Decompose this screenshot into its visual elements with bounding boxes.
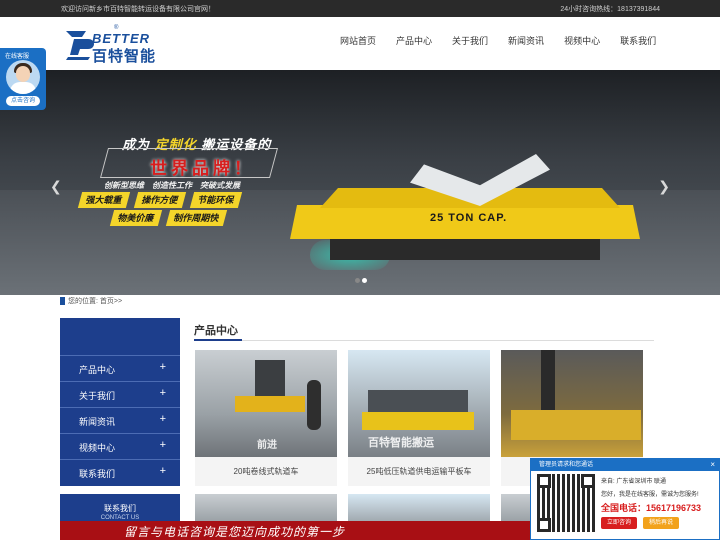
avatar-body bbox=[10, 82, 36, 94]
nav-item-contact[interactable]: 联系我们 bbox=[620, 34, 656, 47]
chat-phone: 全国电话：15617196733 bbox=[601, 503, 702, 513]
chat-header: 管理员请求和您通话 × bbox=[531, 459, 719, 471]
product-caption[interactable]: 20吨卷线式轨道车 bbox=[195, 457, 337, 486]
contact-title: 联系我们 bbox=[104, 504, 136, 513]
transfer-cart-image: 25 TON CAP. bbox=[290, 150, 640, 270]
press-column bbox=[541, 350, 555, 410]
banner-slogan-big: 世界品牌！ bbox=[150, 159, 255, 178]
plus-icon: + bbox=[159, 439, 166, 451]
product-watermark: 前进 bbox=[257, 440, 277, 451]
sidebar-item-products[interactable]: 产品中心 + bbox=[60, 355, 180, 379]
banner-tag: 强大载重 bbox=[77, 192, 131, 208]
banner-tag: 节能环保 bbox=[189, 192, 243, 208]
coil-drum bbox=[255, 360, 285, 396]
product-caption[interactable]: 25吨低压轨道供电运输平板车 bbox=[348, 457, 490, 486]
hotline-text: 24小时咨询热线：18137391844 bbox=[560, 6, 660, 13]
product-card[interactable]: 前进 20吨卷线式轨道车 bbox=[195, 350, 337, 486]
cart-capacity-text: 25 TON CAP. bbox=[430, 212, 508, 224]
sidebar: 产品中心 + 关于我们 + 新闻资讯 + 视频中心 + 联系我们 + bbox=[60, 318, 180, 486]
banner-slogan-sub: 创新型思维 创造性工作 突破式发展 bbox=[104, 181, 240, 190]
product-image[interactable] bbox=[501, 350, 643, 457]
logo-cn: 百特智能 bbox=[92, 48, 157, 65]
slide-dot-active[interactable] bbox=[362, 278, 367, 283]
sidebar-item-about[interactable]: 关于我们 + bbox=[60, 381, 180, 405]
online-service-tab[interactable]: 在线客服 点击咨询 bbox=[0, 48, 46, 110]
agent-avatar bbox=[6, 60, 40, 94]
product-image[interactable]: 百特智能搬运 bbox=[348, 350, 490, 457]
top-bar: 欢迎访问新乡市百特智能转运设备有限公司官网！ 24小时咨询热线：18137391… bbox=[0, 0, 720, 17]
welcome-text: 欢迎访问新乡市百特智能转运设备有限公司官网！ bbox=[61, 6, 215, 13]
slide-dot[interactable] bbox=[355, 278, 360, 283]
online-service-button[interactable]: 点击咨询 bbox=[6, 96, 40, 106]
online-service-label: 在线客服 bbox=[5, 54, 30, 60]
sidebar-item-label: 视频中心 bbox=[79, 443, 116, 453]
qr-code-icon bbox=[537, 474, 595, 532]
chat-later-button[interactable]: 稍后再说 bbox=[643, 517, 679, 529]
sidebar-item-label: 关于我们 bbox=[79, 391, 116, 401]
logo-en: BETTER bbox=[92, 31, 150, 46]
product-image[interactable]: 前进 bbox=[195, 350, 337, 457]
cart-body bbox=[235, 396, 305, 412]
products-title: 产品中心 bbox=[194, 325, 238, 337]
site-logo[interactable]: ® BETTER 百特智能 bbox=[64, 25, 164, 65]
plus-icon: + bbox=[159, 465, 166, 477]
nav-item-videos[interactable]: 视频中心 bbox=[564, 34, 600, 47]
divider-accent bbox=[194, 339, 242, 341]
sidebar-item-label: 新闻资讯 bbox=[79, 417, 116, 427]
cart-body bbox=[362, 412, 474, 430]
product-card[interactable]: 百特智能搬运 25吨低压轨道供电运输平板车 bbox=[348, 350, 490, 486]
products-title-divider bbox=[194, 339, 654, 341]
banner-tag: 制作周期快 bbox=[165, 210, 228, 226]
nav-item-about[interactable]: 关于我们 bbox=[452, 34, 488, 47]
sidebar-item-label: 产品中心 bbox=[79, 365, 116, 375]
nav-item-products[interactable]: 产品中心 bbox=[396, 34, 432, 47]
chat-from: 来自: 广东省深圳市 联通 bbox=[601, 479, 667, 485]
banner-tag: 操作方便 bbox=[133, 192, 187, 208]
sidebar-item-videos[interactable]: 视频中心 + bbox=[60, 433, 180, 457]
close-icon[interactable]: × bbox=[710, 459, 715, 471]
cart-body bbox=[511, 410, 641, 440]
sidebar-item-contact[interactable]: 联系我们 + bbox=[60, 459, 180, 483]
main-nav: 网站首页 产品中心 关于我们 新闻资讯 视频中心 联系我们 bbox=[340, 34, 676, 47]
qr-corner bbox=[537, 518, 551, 532]
banner-tag: 物美价廉 bbox=[109, 210, 163, 226]
chat-now-button[interactable]: 立即咨询 bbox=[601, 517, 637, 529]
sidebar-item-label: 联系我们 bbox=[79, 469, 116, 479]
breadcrumb-text[interactable]: 您的位置: 首页>> bbox=[68, 298, 122, 305]
sidebar-item-news[interactable]: 新闻资讯 + bbox=[60, 407, 180, 431]
hero-banner: ❮ ❯ 成为 定制化 搬运设备的 世界品牌！ 创新型思维 创造性工作 突破式发展… bbox=[0, 70, 720, 295]
chat-header-text: 管理员请求和您通话 bbox=[539, 462, 594, 468]
plus-icon: + bbox=[159, 387, 166, 399]
slide-indicators bbox=[355, 270, 369, 288]
avatar-head bbox=[16, 66, 30, 82]
breadcrumb-marker-icon bbox=[60, 297, 65, 306]
consult-banner-text: 留言与电话咨询是您迈向成功的第一步 bbox=[124, 525, 346, 539]
chat-message: 您好，我是在线客服，需诚为您服务! bbox=[601, 492, 699, 498]
nav-item-news[interactable]: 新闻资讯 bbox=[508, 34, 544, 47]
chevron-left-icon[interactable]: ❮ bbox=[50, 178, 62, 195]
plus-icon: + bbox=[159, 413, 166, 425]
worker bbox=[307, 380, 321, 430]
qr-corner bbox=[537, 474, 551, 488]
product-watermark: 百特智能搬运 bbox=[368, 437, 434, 449]
nav-item-home[interactable]: 网站首页 bbox=[340, 34, 376, 47]
chevron-right-icon[interactable]: ❯ bbox=[658, 178, 670, 195]
site-header: ® BETTER 百特智能 网站首页 产品中心 关于我们 新闻资讯 视频中心 联… bbox=[0, 17, 720, 70]
chat-invite-popup: 管理员请求和您通话 × 来自: 广东省深圳市 联通 您好，我是在线客服，需诚为您… bbox=[530, 458, 720, 540]
qr-corner bbox=[581, 474, 595, 488]
cart-wheels bbox=[330, 238, 600, 260]
steel-load bbox=[368, 390, 468, 412]
breadcrumb: 您的位置: 首页>> bbox=[60, 296, 122, 306]
plus-icon: + bbox=[159, 361, 166, 373]
